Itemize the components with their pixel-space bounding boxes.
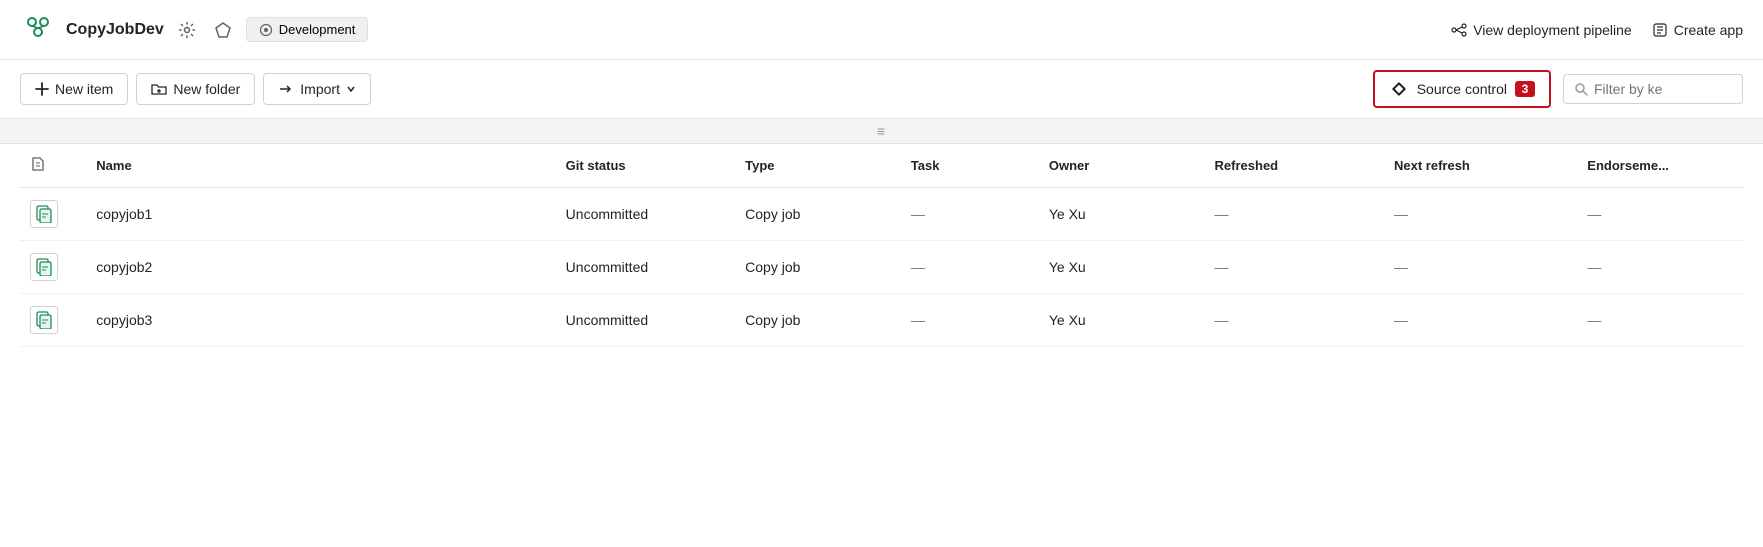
import-icon [278,82,294,96]
diamond-icon [214,21,232,39]
create-app-btn[interactable]: Create app [1652,22,1743,38]
pipeline-icon [1451,22,1467,38]
row-name-cell[interactable]: copyjob1 [86,188,555,241]
row-name: copyjob3 [96,312,152,328]
top-nav-right: View deployment pipeline Create app [1451,22,1743,38]
row-task: — [901,188,1039,241]
row-git-status: Uncommitted [556,241,735,294]
view-pipeline-btn[interactable]: View deployment pipeline [1451,22,1632,38]
new-item-label: New item [55,81,113,97]
row-item-icon [30,200,58,228]
resize-handle[interactable]: ≡ [0,119,1763,144]
row-owner: Ye Xu [1039,241,1205,294]
col-header-refreshed: Refreshed [1205,144,1384,188]
col-header-owner: Owner [1039,144,1205,188]
col-header-type: Type [735,144,901,188]
search-icon [1574,82,1588,96]
row-name-cell[interactable]: copyjob2 [86,241,555,294]
row-type: Copy job [735,241,901,294]
row-refreshed: — [1205,188,1384,241]
environment-badge[interactable]: Development [246,17,369,42]
folder-icon [151,82,167,96]
new-folder-label: New folder [173,81,240,97]
row-name: copyjob2 [96,259,152,275]
row-refreshed: — [1205,241,1384,294]
app-logo [20,12,56,48]
items-table: Name Git status Type Task Owner Refreshe… [20,144,1743,347]
document-icon [30,156,46,172]
top-nav: CopyJobDev Development [0,0,1763,60]
toolbar-left: New item New folder Import [20,73,371,105]
toolbar: New item New folder Import [0,60,1763,119]
table-row: copyjob3UncommittedCopy job—Ye Xu——— [20,294,1743,347]
col-header-task: Task [901,144,1039,188]
new-item-button[interactable]: New item [20,73,128,105]
toolbar-right: Source control 3 [1373,70,1743,108]
environment-label: Development [279,22,356,37]
row-next-refresh: — [1384,188,1577,241]
row-owner: Ye Xu [1039,294,1205,347]
col-header-name: Name [86,144,555,188]
filter-input[interactable] [1594,81,1714,97]
create-app-label: Create app [1674,22,1743,38]
row-next-refresh: — [1384,294,1577,347]
settings-icon [178,21,196,39]
content-area: Name Git status Type Task Owner Refreshe… [0,144,1763,347]
row-item-icon [30,306,58,334]
app-name: CopyJobDev [66,21,164,39]
col-header-next-refresh: Next refresh [1384,144,1577,188]
row-git-status: Uncommitted [556,294,735,347]
table-row: copyjob2UncommittedCopy job—Ye Xu——— [20,241,1743,294]
row-type: Copy job [735,188,901,241]
create-app-icon [1652,22,1668,38]
handle-lines-icon: ≡ [877,123,886,139]
row-owner: Ye Xu [1039,188,1205,241]
row-git-status: Uncommitted [556,188,735,241]
new-folder-button[interactable]: New folder [136,73,255,105]
row-endorsement: — [1577,188,1743,241]
chevron-down-icon [346,84,356,94]
source-control-icon [1389,79,1409,99]
row-refreshed: — [1205,294,1384,347]
premium-icon-btn[interactable] [210,17,236,43]
source-control-label: Source control [1417,81,1507,97]
source-control-badge: 3 [1515,81,1535,97]
row-checkbox-cell [20,241,86,294]
row-type: Copy job [735,294,901,347]
plus-icon [35,82,49,96]
col-header-git-status: Git status [556,144,735,188]
row-checkbox-cell [20,294,86,347]
row-endorsement: — [1577,241,1743,294]
import-label: Import [300,81,340,97]
source-control-button[interactable]: Source control 3 [1373,70,1551,108]
settings-icon-btn[interactable] [174,17,200,43]
row-name-cell[interactable]: copyjob3 [86,294,555,347]
row-next-refresh: — [1384,241,1577,294]
row-task: — [901,294,1039,347]
row-item-icon [30,253,58,281]
top-nav-left: CopyJobDev Development [20,12,368,48]
col-header-endorsement: Endorseme... [1577,144,1743,188]
import-button[interactable]: Import [263,73,371,105]
row-name: copyjob1 [96,206,152,222]
view-pipeline-label: View deployment pipeline [1473,22,1632,38]
row-task: — [901,241,1039,294]
table-header-row: Name Git status Type Task Owner Refreshe… [20,144,1743,188]
deployment-icon [259,23,273,37]
table-row: copyjob1UncommittedCopy job—Ye Xu——— [20,188,1743,241]
row-endorsement: — [1577,294,1743,347]
row-checkbox-cell [20,188,86,241]
filter-input-wrap [1563,74,1743,104]
col-header-checkbox [20,144,86,188]
